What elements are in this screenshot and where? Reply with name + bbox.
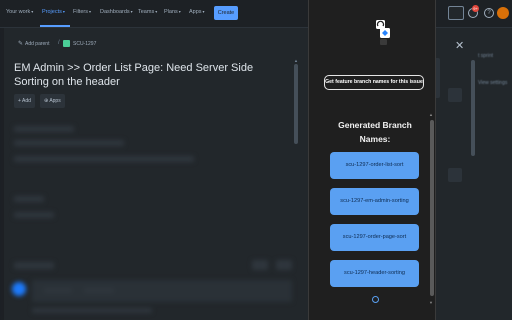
add-button[interactable]: + Add <box>14 94 35 108</box>
placeholder-block <box>44 288 72 293</box>
view-settings-link[interactable]: View settings <box>478 80 507 86</box>
placeholder-block <box>84 288 114 293</box>
issue-details-blurred <box>4 116 308 320</box>
issue-modal: ✎ Add parent / SCU-1297 EM Admin >> Orde… <box>4 28 308 320</box>
nav-active-indicator <box>40 25 70 27</box>
branch-name-button[interactable]: scu-1297-order-page-sort <box>330 224 419 251</box>
placeholder-block <box>252 260 268 270</box>
nav-dashboards[interactable]: Dashboards▾ <box>100 9 133 15</box>
search-input[interactable] <box>448 6 464 20</box>
branch-name-button[interactable]: scu-1297-em-admin-sorting <box>330 188 419 215</box>
popup-scrollbar[interactable] <box>430 120 434 296</box>
scroll-up-icon[interactable]: ▲ <box>429 112 433 117</box>
nav-projects[interactable]: Projects▾ <box>42 9 65 15</box>
placeholder-block <box>276 260 292 270</box>
branch-name-button[interactable]: scu-1297-header-sorting <box>330 260 419 287</box>
side-panel-scrollbar[interactable] <box>471 60 475 156</box>
placeholder-block <box>14 212 54 218</box>
branch-name-extension-popup: Get feature branch names for this issue … <box>308 0 436 320</box>
placeholder-block <box>14 156 194 162</box>
generated-branch-names-heading: Generated Branch Names: <box>338 120 412 144</box>
issue-side-panel <box>424 28 512 320</box>
placeholder-block <box>14 262 54 269</box>
nav-filters[interactable]: Filters▾ <box>73 9 91 15</box>
info-icon <box>372 296 379 303</box>
nav-your-work[interactable]: Your work▾ <box>6 9 33 15</box>
start-sprint-link[interactable]: t sprint <box>478 53 493 59</box>
branch-name-button[interactable]: scu-1297-order-list-sort <box>330 152 419 179</box>
create-button[interactable]: Create <box>214 6 238 20</box>
extension-logo-icon <box>376 20 390 45</box>
nav-plans[interactable]: Plans▾ <box>164 9 181 15</box>
avatar[interactable] <box>497 7 509 19</box>
breadcrumb-separator: / <box>58 40 60 46</box>
placeholder-block <box>14 140 124 146</box>
scroll-down-icon[interactable]: ▼ <box>429 300 433 305</box>
placeholder-block <box>14 126 74 132</box>
avatar <box>12 282 26 296</box>
apps-button[interactable]: ⊕ Apps <box>40 94 65 108</box>
placeholder-block <box>14 196 44 202</box>
expand-button[interactable] <box>448 168 462 182</box>
collapse-button[interactable] <box>448 88 462 102</box>
scroll-up-icon[interactable]: ▲ <box>294 58 298 63</box>
add-parent-link[interactable]: Add parent <box>25 41 49 47</box>
close-icon[interactable]: ✕ <box>455 39 464 52</box>
pencil-icon: ✎ <box>18 41 24 47</box>
get-branch-names-button[interactable]: Get feature branch names for this issue <box>324 75 424 90</box>
issue-key-link[interactable]: SCU-1297 <box>73 41 96 47</box>
notification-badge: 9+ <box>472 5 479 12</box>
help-icon[interactable]: ? <box>484 8 494 18</box>
nav-apps[interactable]: Apps▾ <box>189 9 205 15</box>
story-icon <box>63 40 70 47</box>
placeholder-block <box>32 308 152 313</box>
nav-teams[interactable]: Teams▾ <box>138 9 157 15</box>
issue-title[interactable]: EM Admin >> Order List Page: Need Server… <box>14 61 290 89</box>
